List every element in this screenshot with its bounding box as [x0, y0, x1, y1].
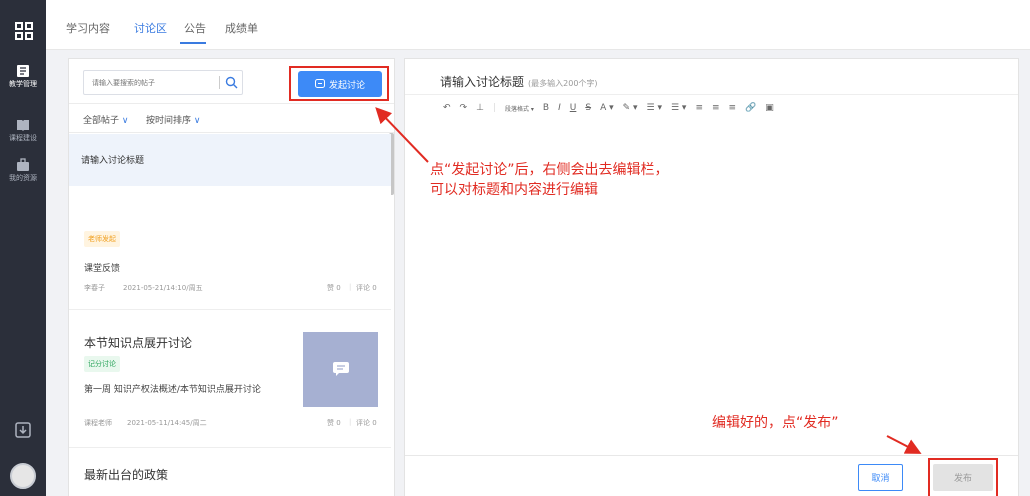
editor-toolbar: ↶ ↷ ⊥ | 段落格式 ▾ B I U S A ▾ ✎ ▾ ☰ ▾ ☰ ▾ ≡…	[443, 101, 774, 115]
search-divider	[219, 76, 220, 89]
discussion-list-panel: 发起讨论 全部帖子 ∨ 按时间排序 ∨ 请输入讨论标题 老师发起 课堂反馈 李春…	[68, 58, 395, 496]
bold-icon[interactable]: B	[543, 103, 549, 113]
italic-icon[interactable]: I	[558, 103, 561, 113]
search-box	[83, 70, 243, 95]
highlight-box-start-discussion	[289, 66, 389, 101]
post-excerpt: 第一周 知识产权法概述/本节知识点展开讨论	[84, 385, 261, 395]
avatar[interactable]	[10, 463, 36, 489]
message-icon	[333, 362, 349, 376]
font-color-icon[interactable]: A ▾	[600, 103, 614, 113]
active-tab-indicator	[180, 42, 206, 44]
title-hint: (最多输入200个字)	[528, 79, 598, 88]
filter-label: 按时间排序	[146, 116, 192, 126]
redo-icon[interactable]: ↷	[460, 103, 468, 113]
comment-count[interactable]: 评论 0	[356, 418, 377, 428]
format-painter-icon[interactable]: ⊥	[476, 103, 484, 113]
like-count[interactable]: 赞 0	[327, 418, 341, 428]
tab-learning-content[interactable]: 学习内容	[66, 20, 110, 36]
strikethrough-icon[interactable]: S	[585, 103, 591, 113]
tab-announcement[interactable]: 公告	[184, 20, 206, 36]
app-logo-icon[interactable]	[13, 20, 35, 42]
footer-divider	[405, 455, 1018, 456]
sidebar-item-label: 教学管理	[9, 80, 37, 88]
unordered-list-icon[interactable]: ☰ ▾	[671, 103, 686, 113]
post-item[interactable]: 老师发起 课堂反馈 李春子 2021-05-21/14:10/周五 赞 0 | …	[69, 186, 391, 308]
post-title: 最新出台的政策	[84, 468, 169, 482]
post-author: 李春子	[84, 284, 105, 292]
chevron-down-icon: ∨	[193, 116, 201, 126]
link-icon[interactable]: 🔗	[745, 103, 756, 113]
sidebar-item-course[interactable]: 课程建设	[0, 118, 46, 143]
undo-icon[interactable]: ↶	[443, 103, 451, 113]
download-icon[interactable]	[14, 421, 32, 439]
graded-discussion-badge: 记分讨论	[84, 356, 120, 372]
meta-divider: |	[349, 283, 352, 291]
toolbar-divider	[405, 94, 1018, 95]
post-title: 课堂反馈	[84, 264, 121, 274]
post-author: 课程老师	[84, 419, 112, 427]
post-time: 2021-05-11/14:45/周二	[127, 419, 207, 427]
draft-post-item[interactable]: 请输入讨论标题	[69, 134, 391, 186]
sidebar: 教学管理 课程建设 我的资源	[0, 0, 46, 496]
tab-discussion[interactable]: 讨论区	[134, 20, 167, 36]
annotation-text-2: 可以对标题和内容进行编辑	[430, 182, 598, 198]
highlight-icon[interactable]: ✎ ▾	[623, 103, 638, 113]
chevron-down-icon: ∨	[121, 116, 129, 126]
teaching-icon	[17, 65, 29, 77]
align-right-icon[interactable]: ≡	[729, 103, 737, 113]
annotation-text-1: 点“发起讨论”后，右侧会出去编辑栏，	[430, 162, 669, 178]
filter-bar: 全部帖子 ∨ 按时间排序 ∨	[69, 103, 394, 133]
filter-label: 全部帖子	[83, 116, 120, 126]
sidebar-item-teaching[interactable]: 教学管理	[0, 64, 46, 89]
post-item[interactable]: 最新出台的政策	[69, 448, 391, 496]
underline-icon[interactable]: U	[570, 103, 577, 113]
sidebar-item-label: 我的资源	[9, 174, 37, 182]
draft-title: 请输入讨论标题	[81, 156, 145, 166]
highlight-box-publish	[928, 458, 998, 496]
briefcase-icon	[17, 158, 29, 171]
book-icon	[17, 120, 29, 131]
post-thumbnail	[303, 332, 378, 407]
post-title: 本节知识点展开讨论	[84, 336, 193, 350]
search-input[interactable]	[92, 71, 212, 94]
tab-grades[interactable]: 成绩单	[225, 20, 258, 36]
title-input[interactable]: 请输入讨论标题 (最多输入200个字)	[440, 73, 598, 90]
cancel-button[interactable]: 取消	[858, 464, 903, 491]
sidebar-item-resources[interactable]: 我的资源	[0, 158, 46, 183]
align-left-icon[interactable]: ≡	[695, 103, 703, 113]
toolbar-separator: |	[492, 103, 496, 113]
paragraph-format-select[interactable]: 段落格式 ▾	[505, 104, 534, 113]
image-icon[interactable]: ▣	[765, 103, 774, 113]
like-count[interactable]: 赞 0	[327, 283, 341, 293]
sidebar-item-label: 课程建设	[9, 134, 37, 142]
title-placeholder: 请输入讨论标题	[440, 75, 525, 89]
meta-divider: |	[349, 418, 352, 426]
filter-all-posts[interactable]: 全部帖子 ∨	[83, 113, 128, 126]
top-tab-bar: 学习内容 讨论区 公告 成绩单	[46, 0, 1030, 50]
align-center-icon[interactable]: ≡	[712, 103, 720, 113]
comment-count[interactable]: 评论 0	[356, 283, 377, 293]
post-time: 2021-05-21/14:10/周五	[123, 284, 203, 292]
teacher-started-badge: 老师发起	[84, 231, 120, 247]
search-icon[interactable]	[225, 76, 238, 89]
ordered-list-icon[interactable]: ☰ ▾	[647, 103, 662, 113]
filter-sort-time[interactable]: 按时间排序 ∨	[146, 113, 200, 126]
annotation-text-3: 编辑好的，点“发布”	[712, 415, 839, 431]
